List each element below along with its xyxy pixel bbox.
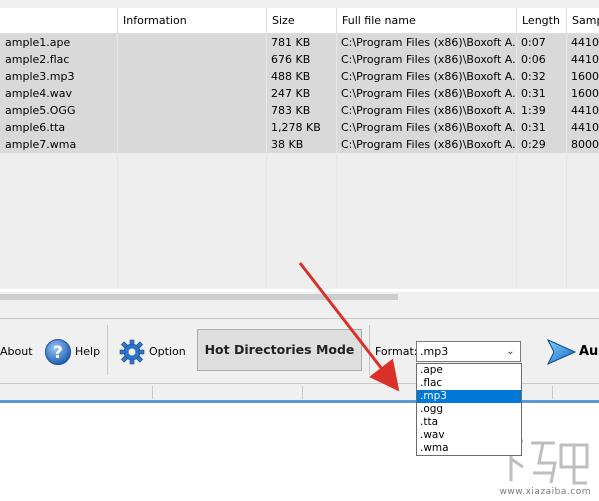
cell-full-file-name: C:\Program Files (x86)\Boxoft A... xyxy=(341,87,516,100)
grid-header: Information Size Full file name Length S… xyxy=(0,8,599,34)
cell-full-file-name: C:\Program Files (x86)\Boxoft A... xyxy=(341,53,516,66)
gear-icon xyxy=(119,339,145,365)
cell-size: 783 KB xyxy=(271,104,311,117)
cell-size: 38 KB xyxy=(271,138,304,151)
convert-label: Au xyxy=(579,344,599,359)
table-row[interactable]: ample5.OGG 783 KB C:\Program Files (x86)\B… xyxy=(0,102,599,119)
format-dropdown-list[interactable]: .ape .flac .mp3 .ogg .tta .wav .wma xyxy=(416,363,522,456)
watermark-url: www.xiazaiba.com xyxy=(499,487,591,497)
cell-size: 488 KB xyxy=(271,70,311,83)
convert-button[interactable]: Au xyxy=(545,319,598,384)
cell-name: ample1.ape xyxy=(5,36,71,49)
cell-sample: 8000 xyxy=(571,138,599,151)
cell-name: ample2.flac xyxy=(5,53,70,66)
format-select[interactable]: .mp3 ⌄ xyxy=(416,341,521,362)
column-header-length[interactable]: Length xyxy=(517,8,567,33)
cell-full-file-name: C:\Program Files (x86)\Boxoft A... xyxy=(341,70,516,83)
scrollbar-thumb[interactable] xyxy=(0,294,398,300)
format-option[interactable]: .wma xyxy=(417,442,521,455)
format-option[interactable]: .ogg xyxy=(417,403,521,416)
table-row[interactable]: ample2.flac 676 KB C:\Program Files (x86)\… xyxy=(0,51,599,68)
svg-text:?: ? xyxy=(53,343,63,363)
cell-length: 0:31 xyxy=(521,87,546,100)
about-button[interactable]: About xyxy=(0,319,33,384)
option-label: Option xyxy=(149,345,186,358)
horizontal-scrollbar[interactable] xyxy=(0,292,599,300)
format-option[interactable]: .mp3 xyxy=(417,390,521,403)
cell-information xyxy=(117,34,266,51)
cell-full-file-name: C:\Program Files (x86)\Boxoft A... xyxy=(341,104,516,117)
empty-row xyxy=(0,153,599,170)
file-list-grid[interactable]: Information Size Full file name Length S… xyxy=(0,8,599,300)
format-option[interactable]: .tta xyxy=(417,416,521,429)
cell-full-file-name: C:\Program Files (x86)\Boxoft A... xyxy=(341,121,516,134)
cell-information xyxy=(117,119,266,136)
cell-size: 1,278 KB xyxy=(271,121,321,134)
app-window: Information Size Full file name Length S… xyxy=(0,0,599,401)
cell-information xyxy=(117,51,266,68)
cell-size: 676 KB xyxy=(271,53,311,66)
table-row[interactable]: ample4.wav 247 KB C:\Program Files (x86)\B… xyxy=(0,85,599,102)
cell-information xyxy=(117,102,266,119)
format-option[interactable]: .flac xyxy=(417,377,521,390)
help-button[interactable]: ? Help xyxy=(44,319,100,384)
cell-length: 0:32 xyxy=(521,70,546,83)
column-header-size[interactable]: Size xyxy=(267,8,337,33)
cell-length: 1:39 xyxy=(521,104,546,117)
column-header-name[interactable] xyxy=(0,8,118,33)
cell-sample: 16000 xyxy=(571,87,599,100)
help-label: Help xyxy=(75,345,101,358)
cell-name: ample6.tta xyxy=(5,121,66,134)
chevron-down-icon[interactable]: ⌄ xyxy=(504,344,517,359)
cell-length: 0:06 xyxy=(521,53,546,66)
cell-length: 0:29 xyxy=(521,138,546,151)
empty-row xyxy=(0,238,599,255)
question-circle-icon: ? xyxy=(44,338,72,366)
cell-sample: 44100 xyxy=(571,36,599,49)
table-row[interactable]: ample6.tta 1,278 KB C:\Program Files (x86)… xyxy=(0,119,599,136)
cell-length: 0:31 xyxy=(521,121,546,134)
cell-sample: 44100 xyxy=(571,121,599,134)
format-option[interactable]: .wav xyxy=(417,429,521,442)
empty-row xyxy=(0,221,599,238)
column-header-information[interactable]: Information xyxy=(118,8,267,33)
table-row[interactable]: ample3.mp3 488 KB C:\Program Files (x86)\B… xyxy=(0,68,599,85)
cell-sample: 44100 xyxy=(571,104,599,117)
cell-size: 247 KB xyxy=(271,87,311,100)
format-label: Format: xyxy=(375,345,418,358)
cell-information xyxy=(117,68,266,85)
format-select-value: .mp3 xyxy=(420,345,449,358)
option-button[interactable]: Option xyxy=(119,319,186,384)
column-header-full-file-name[interactable]: Full file name xyxy=(337,8,517,33)
cell-sample: 16000 xyxy=(571,70,599,83)
cell-sample: 44100 xyxy=(571,53,599,66)
cell-full-file-name: C:\Program Files (x86)\Boxoft A... xyxy=(341,138,516,151)
empty-row xyxy=(0,187,599,204)
cell-name: ample3.mp3 xyxy=(5,70,75,83)
play-arrow-icon xyxy=(545,337,577,367)
empty-row xyxy=(0,204,599,221)
table-row[interactable]: ample1.ape 781 KB C:\Program Files (x86)\B… xyxy=(0,34,599,51)
empty-row xyxy=(0,170,599,187)
cell-full-file-name: C:\Program Files (x86)\Boxoft A... xyxy=(341,36,516,49)
cell-size: 781 KB xyxy=(271,36,311,49)
cell-information xyxy=(117,85,266,102)
cell-name: ample7.wma xyxy=(5,138,77,151)
format-option[interactable]: .ape xyxy=(417,364,521,377)
empty-row xyxy=(0,255,599,272)
cell-length: 0:07 xyxy=(521,36,546,49)
column-header-sample[interactable]: Samp xyxy=(567,8,599,33)
cell-information xyxy=(117,136,266,153)
cell-name: ample5.OGG xyxy=(5,104,76,117)
file-rows: ample1.ape 781 KB C:\Program Files (x86)\B… xyxy=(0,34,599,289)
empty-row xyxy=(0,272,599,289)
cell-name: ample4.wav xyxy=(5,87,73,100)
table-row[interactable]: ample7.wma 38 KB C:\Program Files (x86)\Bo… xyxy=(0,136,599,153)
hot-directories-mode-button[interactable]: Hot Directories Mode xyxy=(197,329,362,371)
about-label: About xyxy=(0,345,33,358)
